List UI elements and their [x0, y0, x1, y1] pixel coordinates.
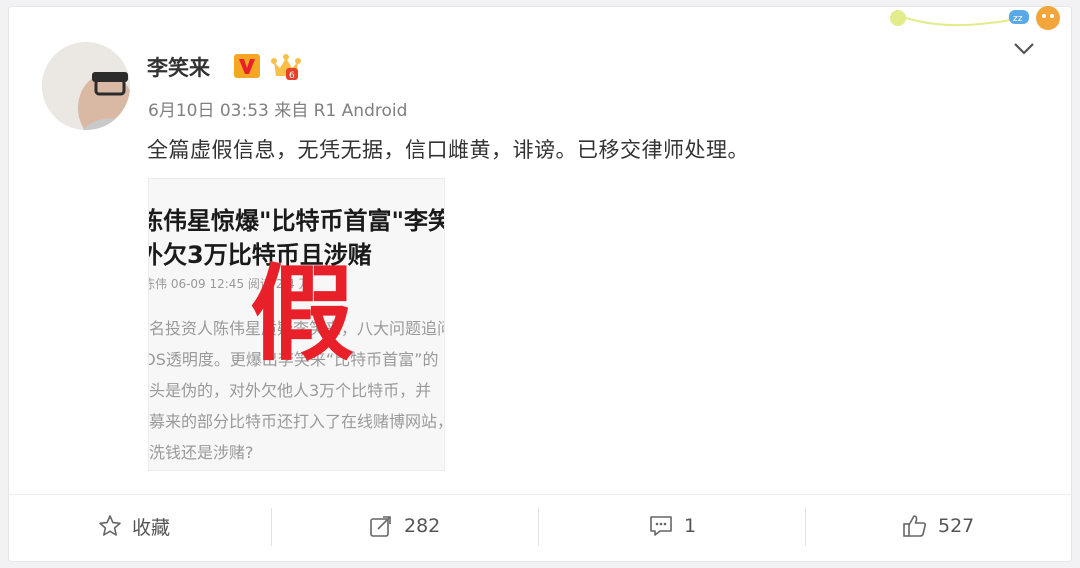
divider — [8, 494, 1072, 495]
article-body-line: 是洗钱还是涉赌? — [149, 443, 254, 462]
repost-button[interactable]: 282 — [368, 506, 440, 546]
repost-count: 282 — [404, 515, 441, 537]
favorite-label: 收藏 — [132, 516, 171, 539]
avatar[interactable] — [42, 42, 130, 130]
post-meta: 6月10日 03:53 来自 R1 Android — [148, 101, 408, 121]
svg-text:zz: zz — [1013, 14, 1023, 24]
action-separator — [271, 508, 272, 546]
vip-crown-icon[interactable]: 6 — [270, 52, 302, 82]
verified-badge-icon — [234, 54, 260, 78]
comment-count: 1 — [684, 515, 697, 537]
svg-text:6: 6 — [289, 71, 295, 81]
favorite-button[interactable]: 收藏 — [98, 506, 170, 546]
star-icon — [99, 515, 121, 536]
thumbs-up-icon — [903, 515, 927, 537]
article-body-line: 将募来的部分比特币还打入了在线赌博网站， — [148, 412, 445, 431]
post-text: 全篇虚假信息，无凭无据，信口雌黄，诽谤。已移交律师处理。 — [147, 138, 749, 162]
like-count: 527 — [938, 515, 975, 537]
comment-icon — [650, 516, 672, 536]
action-separator — [538, 508, 539, 546]
like-button[interactable]: 527 — [902, 506, 974, 546]
article-headline: 陈伟星惊爆"比特币首富"李笑来 — [148, 207, 444, 235]
action-separator — [805, 508, 806, 546]
fake-stamp: 假 — [250, 253, 355, 375]
chevron-down-icon[interactable] — [1010, 40, 1038, 58]
username[interactable]: 李笑来 — [147, 52, 210, 82]
comment-button[interactable]: 1 — [648, 506, 696, 546]
repost-icon — [370, 516, 391, 537]
decoration-graphic: zz — [890, 6, 1060, 30]
article-body-line: 名头是伪的，对外欠他人3万个比特币，并 — [148, 381, 432, 400]
